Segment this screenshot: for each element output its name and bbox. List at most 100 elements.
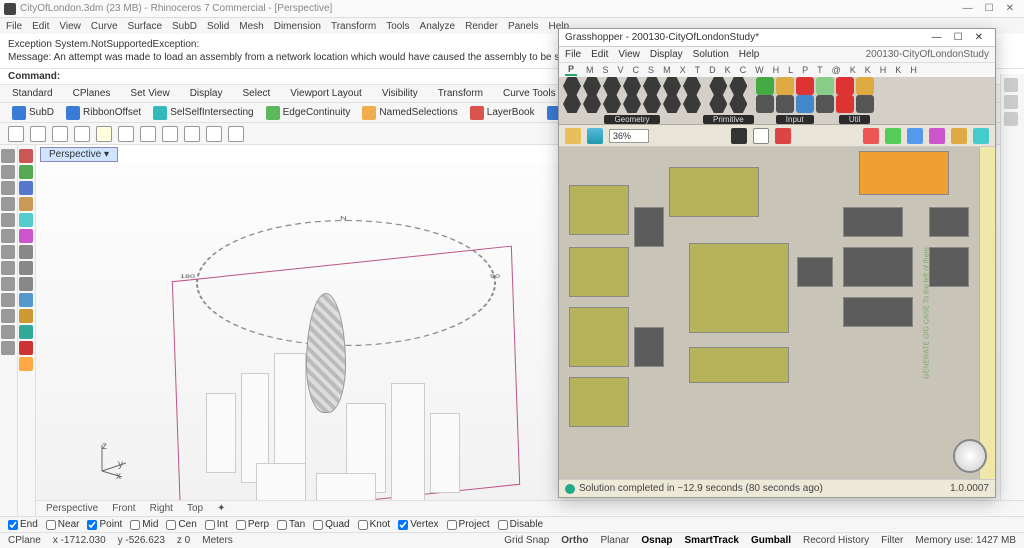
arc-icon[interactable] (1, 229, 15, 243)
redo-icon[interactable] (140, 126, 156, 142)
solid-icon[interactable] (1, 293, 15, 307)
rotate-icon[interactable] (206, 126, 222, 142)
menu-edit[interactable]: Edit (32, 21, 49, 32)
tab-viewportlayout[interactable]: Viewport Layout (290, 88, 362, 99)
osnap-knot[interactable]: Knot (358, 519, 391, 530)
render-icon[interactable] (228, 126, 244, 142)
gh-component[interactable] (634, 207, 664, 247)
dim-icon[interactable] (1, 341, 15, 355)
gh-disable-icon[interactable] (863, 128, 879, 144)
cplane-icon[interactable] (96, 126, 112, 142)
osnap-near[interactable]: Near (46, 519, 80, 530)
scale-icon[interactable] (19, 197, 33, 211)
gh-save-icon[interactable] (587, 128, 603, 144)
gh-menu-solution[interactable]: Solution (693, 49, 729, 60)
gh-component-icon[interactable] (756, 77, 774, 95)
vptab-add[interactable]: ✦ (217, 503, 225, 514)
point-icon[interactable] (1, 165, 15, 179)
ghcat-item[interactable]: C (740, 65, 747, 75)
gh-preview-icon[interactable] (753, 128, 769, 144)
gh-component[interactable] (843, 207, 903, 237)
viewport-title[interactable]: Perspective ▾ (40, 147, 118, 162)
gh-sketch-icon[interactable] (775, 128, 791, 144)
gh-group-orange[interactable] (859, 151, 949, 195)
ghcat-item[interactable]: @ (832, 65, 841, 75)
osnap-end[interactable]: End (8, 519, 38, 530)
gh-lock-icon[interactable] (951, 128, 967, 144)
menu-analyze[interactable]: Analyze (420, 21, 456, 32)
gh-component[interactable] (843, 297, 913, 327)
mesh-icon[interactable] (1, 309, 15, 323)
ghcat-item[interactable]: C (633, 65, 640, 75)
status-osnap[interactable]: Osnap (641, 535, 672, 546)
gh-component-icon[interactable] (683, 77, 701, 95)
gh-wireframe-icon[interactable] (929, 128, 945, 144)
maximize-button[interactable]: ☐ (985, 3, 994, 14)
gh-component-icon[interactable] (623, 77, 641, 95)
panel-icon[interactable] (1004, 78, 1018, 92)
gh-component-icon[interactable] (563, 95, 581, 113)
gh-component[interactable] (929, 207, 969, 237)
osnap-perp[interactable]: Perp (236, 519, 269, 530)
ghcat-item[interactable]: M (586, 65, 594, 75)
osnap-mid[interactable]: Mid (130, 519, 158, 530)
ghcat-item[interactable]: H (910, 65, 917, 75)
gh-minimize-button[interactable]: — (926, 32, 948, 43)
gh-component-icon[interactable] (756, 95, 774, 113)
status-units[interactable]: Meters (202, 535, 233, 546)
gh-component-icon[interactable] (776, 95, 794, 113)
gh-component-icon[interactable] (663, 95, 681, 113)
ghcat-item[interactable]: V (618, 65, 624, 75)
gh-group[interactable] (689, 243, 789, 333)
grasshopper-icon[interactable] (19, 357, 33, 371)
osnap-quad[interactable]: Quad (313, 519, 349, 530)
gh-component-icon[interactable] (603, 77, 621, 95)
ghcat-item[interactable]: K (850, 65, 856, 75)
ghcat-item[interactable]: K (895, 65, 901, 75)
gh-menu-help[interactable]: Help (739, 49, 760, 60)
gh-compass-dial[interactable] (953, 439, 987, 473)
curve-icon[interactable] (1, 261, 15, 275)
print-icon[interactable] (74, 126, 90, 142)
gh-shaded-icon[interactable] (907, 128, 923, 144)
gh-filename[interactable]: 200130-CityOfLondonStudy (866, 49, 989, 60)
menu-tools[interactable]: Tools (386, 21, 409, 32)
gh-group-label[interactable]: Input (776, 115, 814, 124)
ghcat-item[interactable]: K (725, 65, 731, 75)
panel-icon[interactable] (1004, 95, 1018, 109)
tab-transform[interactable]: Transform (438, 88, 483, 99)
gh-component[interactable] (797, 257, 833, 287)
undo-icon[interactable] (118, 126, 134, 142)
gh-recompute-icon[interactable] (973, 128, 989, 144)
gh-menu-view[interactable]: View (618, 49, 640, 60)
ghcat-item[interactable]: K (865, 65, 871, 75)
gh-component-icon[interactable] (663, 77, 681, 95)
gh-group[interactable] (569, 247, 629, 297)
gh-enable-icon[interactable] (885, 128, 901, 144)
gh-canvas[interactable]: GENERATE O/G CASE To the left of there (559, 147, 995, 479)
tab-visibility[interactable]: Visibility (382, 88, 418, 99)
osnap-cen[interactable]: Cen (166, 519, 196, 530)
rotate-tool-icon[interactable] (19, 181, 33, 195)
menu-panels[interactable]: Panels (508, 21, 539, 32)
ghcat-item[interactable]: M (663, 65, 671, 75)
gh-group-label[interactable]: Util (839, 115, 871, 124)
split-icon[interactable] (19, 277, 33, 291)
mirror-icon[interactable] (19, 213, 33, 227)
menu-solid[interactable]: Solid (207, 21, 229, 32)
circle-icon[interactable] (1, 213, 15, 227)
trim-icon[interactable] (19, 261, 33, 275)
layers-icon[interactable] (19, 325, 33, 339)
minimize-button[interactable]: — (963, 3, 973, 14)
status-smarttrack[interactable]: SmartTrack (685, 535, 739, 546)
panel-icon[interactable] (1004, 112, 1018, 126)
gh-component[interactable] (634, 327, 664, 367)
gh-menu-file[interactable]: File (565, 49, 581, 60)
status-ortho[interactable]: Ortho (561, 535, 588, 546)
gh-component-icon[interactable] (776, 77, 794, 95)
menu-mesh[interactable]: Mesh (239, 21, 263, 32)
ghcat-item[interactable]: H (880, 65, 887, 75)
tool-selselfintersecting[interactable]: SelSelfIntersecting (149, 106, 257, 120)
vptab-top[interactable]: Top (187, 503, 203, 514)
vptab-right[interactable]: Right (150, 503, 173, 514)
